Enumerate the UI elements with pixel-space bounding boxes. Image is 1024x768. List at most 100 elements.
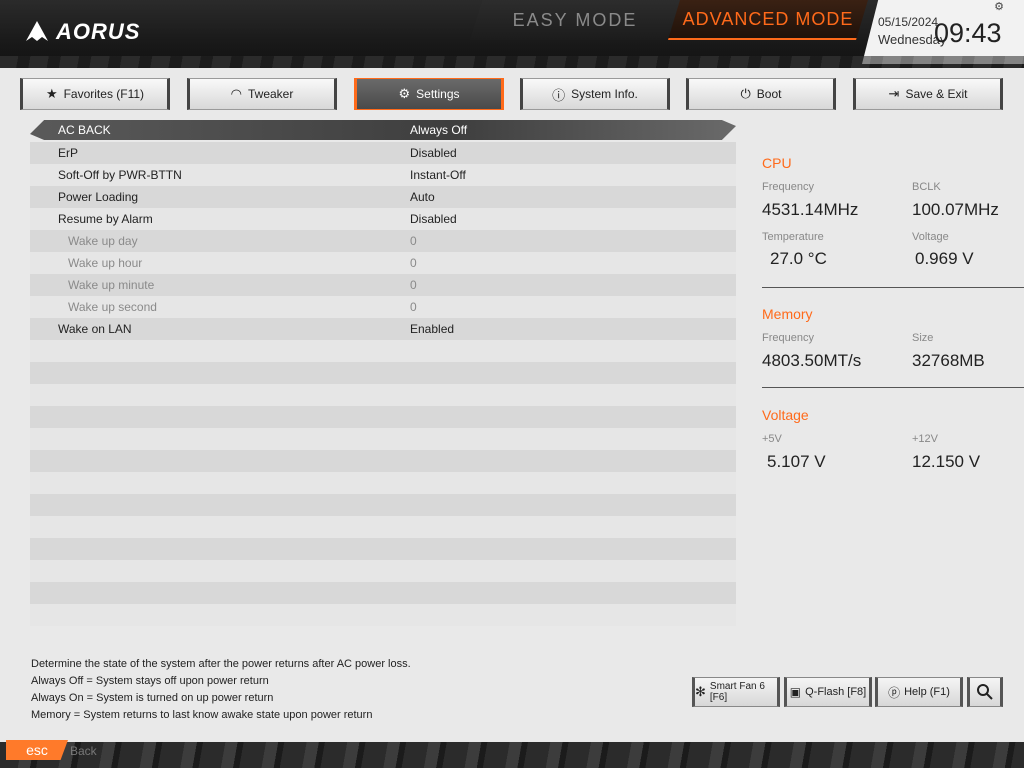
esc-label: esc xyxy=(26,742,48,758)
tab-label: Favorites (F11) xyxy=(63,87,145,101)
v12-value: 12.150 V xyxy=(912,452,981,471)
setting-value: 0 xyxy=(410,278,417,292)
setting-row-wake-on-lan[interactable]: Wake on LAN Enabled xyxy=(30,318,736,340)
cpu-voltage-label: Voltage xyxy=(912,231,949,243)
help-icon: ⓟ xyxy=(888,685,901,700)
cpu-temperature-value: 27.0 °C xyxy=(770,249,827,268)
clock-panel[interactable]: 05/15/2024 Wednesday 09:43 ⚙ xyxy=(862,0,1024,64)
help-button[interactable]: ⓟ Help (F1) xyxy=(875,677,963,707)
empty-row xyxy=(30,582,736,604)
setting-value[interactable]: Auto xyxy=(410,190,435,204)
help-line: Always Off = System stays off upon power… xyxy=(31,675,269,687)
memory-frequency-value: 4803.50MT/s xyxy=(762,351,862,370)
section-divider xyxy=(762,287,1024,288)
main-tabs: ★ Favorites (F11) ◠ Tweaker ⚙ Settings ⓘ… xyxy=(20,78,1004,110)
tab-system-info[interactable]: ⓘ System Info. xyxy=(520,78,670,110)
setting-row-erp[interactable]: ErP Disabled xyxy=(30,142,736,164)
empty-row xyxy=(30,384,736,406)
setting-label: Wake up hour xyxy=(68,256,143,270)
setting-row-wake-up-minute: Wake up minute 0 xyxy=(30,274,736,296)
qflash-label: Q-Flash [F8] xyxy=(805,686,867,698)
cpu-temperature-label: Temperature xyxy=(762,231,824,243)
tab-label: Boot xyxy=(756,87,782,101)
empty-row xyxy=(30,340,736,362)
empty-row xyxy=(30,406,736,428)
setting-row-wake-up-second: Wake up second 0 xyxy=(30,296,736,318)
setting-row-wake-up-day: Wake up day 0 xyxy=(30,230,736,252)
memory-size-value: 32768MB xyxy=(912,351,985,370)
setting-row-power-loading[interactable]: Power Loading Auto xyxy=(30,186,736,208)
tab-favorites[interactable]: ★ Favorites (F11) xyxy=(20,78,170,110)
setting-value[interactable]: Always Off xyxy=(410,123,467,137)
setting-label: Resume by Alarm xyxy=(58,212,153,226)
cpu-voltage-value: 0.969 V xyxy=(915,249,974,268)
help-line: Determine the state of the system after … xyxy=(31,658,411,670)
smart-fan-label: Smart Fan 6 [F6] xyxy=(709,681,765,703)
top-header: AORUS EASY MODE ADVANCED MODE 05/15/2024… xyxy=(0,0,1024,68)
clock-gear-icon[interactable]: ⚙ xyxy=(994,0,1004,13)
setting-row-soft-off[interactable]: Soft-Off by PWR-BTTN Instant-Off xyxy=(30,164,736,186)
settings-list: AC BACK Always Off ErP Disabled Soft-Off… xyxy=(30,120,736,628)
esc-button[interactable]: esc xyxy=(6,740,68,760)
tab-settings[interactable]: ⚙ Settings xyxy=(354,78,504,110)
eagle-logo-icon xyxy=(26,21,48,41)
v5-value: 5.107 V xyxy=(767,452,826,471)
memory-size-label: Size xyxy=(912,332,934,344)
setting-row-resume-by-alarm[interactable]: Resume by Alarm Disabled xyxy=(30,208,736,230)
setting-value: 0 xyxy=(410,300,417,314)
help-label: Help (F1) xyxy=(904,686,950,698)
empty-row xyxy=(30,538,736,560)
setting-value[interactable]: Disabled xyxy=(410,212,457,226)
setting-value: 0 xyxy=(410,234,417,248)
setting-value[interactable]: Enabled xyxy=(410,322,454,336)
memory-section-title: Memory xyxy=(762,306,813,322)
advanced-mode-button[interactable]: ADVANCED MODE xyxy=(668,0,868,40)
footer-bar xyxy=(0,742,1024,768)
setting-label: Wake up day xyxy=(68,234,138,248)
setting-value[interactable]: Disabled xyxy=(410,146,457,160)
date-text: 05/15/2024 xyxy=(878,15,939,29)
setting-label: ErP xyxy=(58,146,79,160)
gauge-icon: ◠ xyxy=(230,86,242,101)
cpu-frequency-value: 4531.14MHz xyxy=(762,200,859,219)
empty-row xyxy=(30,604,736,626)
tab-save-exit[interactable]: ⇥ Save & Exit xyxy=(853,78,1003,110)
logo-text: AORUS xyxy=(56,19,141,44)
empty-row xyxy=(30,472,736,494)
gear-icon: ⚙ xyxy=(398,86,411,101)
bclk-label: BCLK xyxy=(912,181,941,193)
aorus-logo: AORUS xyxy=(24,16,140,48)
setting-value[interactable]: Instant-Off xyxy=(410,168,466,182)
help-line: Always On = System is turned on up power… xyxy=(31,692,274,704)
setting-value: 0 xyxy=(410,256,417,270)
tab-label: Save & Exit xyxy=(905,87,968,101)
setting-label: Wake on LAN xyxy=(58,322,132,336)
easy-mode-button[interactable]: EASY MODE xyxy=(470,0,680,40)
v12-label: +12V xyxy=(912,433,938,445)
tab-label: Settings xyxy=(416,87,460,101)
setting-row-ac-back[interactable]: AC BACK Always Off xyxy=(30,120,736,140)
voltage-section-title: Voltage xyxy=(762,407,809,423)
smart-fan-button[interactable]: ✻ Smart Fan 6 [F6] xyxy=(692,677,780,707)
setting-label: Soft-Off by PWR-BTTN xyxy=(58,168,182,182)
hardware-monitor-panel: CPU Frequency BCLK 4531.14MHz 100.07MHz … xyxy=(762,150,1024,480)
tab-boot[interactable]: ⏻ Boot xyxy=(686,78,836,110)
search-button[interactable] xyxy=(967,677,1003,707)
setting-row-wake-up-hour: Wake up hour 0 xyxy=(30,252,736,274)
tab-tweaker[interactable]: ◠ Tweaker xyxy=(187,78,337,110)
setting-label: AC BACK xyxy=(58,123,111,137)
section-divider xyxy=(762,387,1024,388)
power-icon: ⏻ xyxy=(740,86,751,101)
back-label: Back xyxy=(70,744,97,758)
exit-icon: ⇥ xyxy=(888,86,900,101)
empty-row xyxy=(30,494,736,516)
setting-label: Wake up second xyxy=(68,300,157,314)
chip-icon: ▣ xyxy=(789,685,802,699)
empty-row xyxy=(30,362,736,384)
easy-mode-label: EASY MODE xyxy=(512,9,638,30)
tab-label: System Info. xyxy=(571,87,638,101)
search-icon xyxy=(977,684,993,700)
setting-label: Power Loading xyxy=(58,190,139,204)
qflash-button[interactable]: ▣ Q-Flash [F8] xyxy=(784,677,872,707)
v5-label: +5V xyxy=(762,433,782,445)
